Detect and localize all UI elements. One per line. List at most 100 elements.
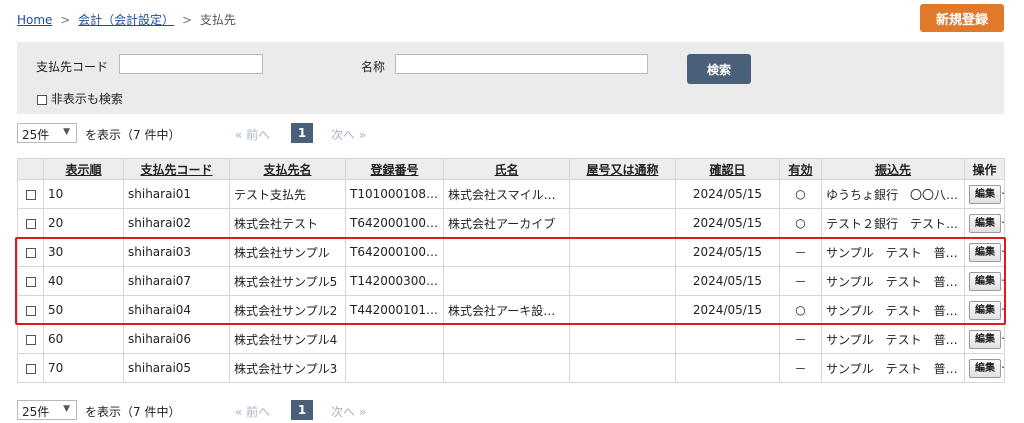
per-page-select[interactable]: 25件 ▼	[17, 123, 77, 143]
header-display-order[interactable]: 表示順	[43, 158, 124, 180]
result-count: を表示（7 件中）	[85, 128, 181, 142]
cell-bank: ゆうちょ銀行 〇〇八 ...	[821, 179, 965, 209]
cell-valid: －	[779, 266, 822, 296]
row-checkbox[interactable]	[25, 276, 36, 287]
header-trade-name[interactable]: 屋号又は通称	[569, 158, 676, 180]
cell-reg: T6420001004745	[345, 208, 444, 238]
name-label: 名称	[361, 60, 386, 74]
header-bank-account[interactable]: 振込先	[821, 158, 965, 180]
header-registration-number[interactable]: 登録番号	[345, 158, 444, 180]
cell-name: 株式会社サンプル4	[229, 324, 346, 354]
cell-order: 50	[43, 295, 124, 325]
cell-date: 2024/05/15	[675, 295, 780, 325]
edit-button[interactable]: 編集	[969, 213, 1001, 233]
table-row: 10 shiharai01 テスト支払先 T1010001083950 株式会社…	[17, 179, 1005, 209]
row-checkbox-cell[interactable]	[17, 208, 44, 238]
include-hidden-option[interactable]: 非表示も検索	[37, 90, 123, 107]
cell-person: 株式会社アーカイブ	[443, 208, 570, 238]
breadcrumb: Home > 会計（会計設定） > 支払先	[17, 11, 236, 28]
cell-bank: サンプル テスト 普通...	[821, 237, 965, 267]
cell-name: 株式会社テスト	[229, 208, 346, 238]
search-panel: 支払先コード 名称 検索 非表示も検索	[17, 42, 1004, 114]
current-page[interactable]: 1	[291, 400, 313, 420]
breadcrumb-parent-link[interactable]: 会計（会計設定）	[78, 13, 174, 27]
next-page-link[interactable]: 次へ »	[331, 126, 366, 143]
row-checkbox-cell[interactable]	[17, 179, 44, 209]
row-checkbox[interactable]	[25, 363, 36, 374]
cell-reg: T4420001013905	[345, 295, 444, 325]
cell-date: 2024/05/15	[675, 237, 780, 267]
per-page-value: 25件	[22, 405, 50, 419]
row-checkbox-cell[interactable]	[17, 266, 44, 296]
cell-code: shiharai02	[123, 208, 230, 238]
cell-bank: サンプル テスト 普通...	[821, 295, 965, 325]
edit-button[interactable]: 編集	[969, 300, 1001, 320]
cell-reg: T6420001002352	[345, 237, 444, 267]
cell-date: 2024/05/15	[675, 208, 780, 238]
cell-person	[443, 324, 570, 354]
cell-actions: 編集	[964, 353, 1005, 383]
header-person-name[interactable]: 氏名	[443, 158, 570, 180]
cell-order: 40	[43, 266, 124, 296]
cell-name: 株式会社サンプル	[229, 237, 346, 267]
breadcrumb-home-link[interactable]: Home	[17, 13, 52, 27]
cell-date	[675, 324, 780, 354]
cell-order: 30	[43, 237, 124, 267]
cell-valid: －	[779, 237, 822, 267]
chevron-down-icon: ▼	[63, 127, 70, 137]
per-page-select[interactable]: 25件 ▼	[17, 400, 77, 420]
payee-table: 表示順 支払先コード 支払先名 登録番号 氏名 屋号又は通称 確認日 有効 振込…	[17, 158, 1005, 383]
payee-code-label: 支払先コード	[36, 60, 109, 74]
header-payee-name[interactable]: 支払先名	[229, 158, 346, 180]
cell-person	[443, 266, 570, 296]
row-checkbox[interactable]	[25, 334, 36, 345]
header-payee-code[interactable]: 支払先コード	[123, 158, 230, 180]
table-row: 40 shiharai07 株式会社サンプル5 T1420003001893 2…	[17, 266, 1005, 296]
cell-order: 70	[43, 353, 124, 383]
table-header-row: 表示順 支払先コード 支払先名 登録番号 氏名 屋号又は通称 確認日 有効 振込…	[17, 158, 1005, 180]
cell-code: shiharai03	[123, 237, 230, 267]
name-input[interactable]	[395, 54, 648, 74]
cell-code: shiharai04	[123, 295, 230, 325]
header-confirm-date[interactable]: 確認日	[675, 158, 780, 180]
next-page-link[interactable]: 次へ »	[331, 403, 366, 420]
prev-page-link[interactable]: « 前へ	[235, 403, 270, 420]
cell-valid: ○	[779, 295, 822, 325]
row-checkbox-cell[interactable]	[17, 295, 44, 325]
row-checkbox[interactable]	[25, 305, 36, 316]
row-checkbox[interactable]	[25, 247, 36, 258]
cell-date: 2024/05/15	[675, 179, 780, 209]
cell-date	[675, 353, 780, 383]
edit-button[interactable]: 編集	[969, 358, 1001, 378]
cell-reg: T1010001083950	[345, 179, 444, 209]
search-button[interactable]: 検索	[687, 54, 751, 84]
result-count: を表示（7 件中）	[85, 405, 181, 419]
current-page[interactable]: 1	[291, 123, 313, 143]
chevron-down-icon: ▼	[63, 404, 70, 414]
include-hidden-checkbox[interactable]	[37, 94, 47, 105]
cell-date: 2024/05/15	[675, 266, 780, 296]
cell-person: 株式会社スマイルワ...	[443, 179, 570, 209]
cell-trade	[569, 179, 676, 209]
cell-order: 20	[43, 208, 124, 238]
row-checkbox-cell[interactable]	[17, 324, 44, 354]
cell-reg: T1420003001893	[345, 266, 444, 296]
table-row: 60 shiharai06 株式会社サンプル4 － サンプル テスト 普通...…	[17, 324, 1005, 354]
cell-valid: ○	[779, 208, 822, 238]
cell-person	[443, 353, 570, 383]
edit-button[interactable]: 編集	[969, 271, 1001, 291]
row-checkbox-cell[interactable]	[17, 353, 44, 383]
cell-actions: 編集	[964, 324, 1005, 354]
row-checkbox[interactable]	[25, 189, 36, 200]
prev-page-link[interactable]: « 前へ	[235, 126, 270, 143]
edit-button[interactable]: 編集	[969, 184, 1001, 204]
header-valid[interactable]: 有効	[779, 158, 822, 180]
edit-button[interactable]: 編集	[969, 242, 1001, 262]
cell-actions: 編集	[964, 179, 1005, 209]
row-checkbox[interactable]	[25, 218, 36, 229]
cell-trade	[569, 295, 676, 325]
row-checkbox-cell[interactable]	[17, 237, 44, 267]
payee-code-input[interactable]	[119, 54, 263, 74]
new-register-button[interactable]: 新規登録	[920, 4, 1004, 32]
edit-button[interactable]: 編集	[969, 329, 1001, 349]
